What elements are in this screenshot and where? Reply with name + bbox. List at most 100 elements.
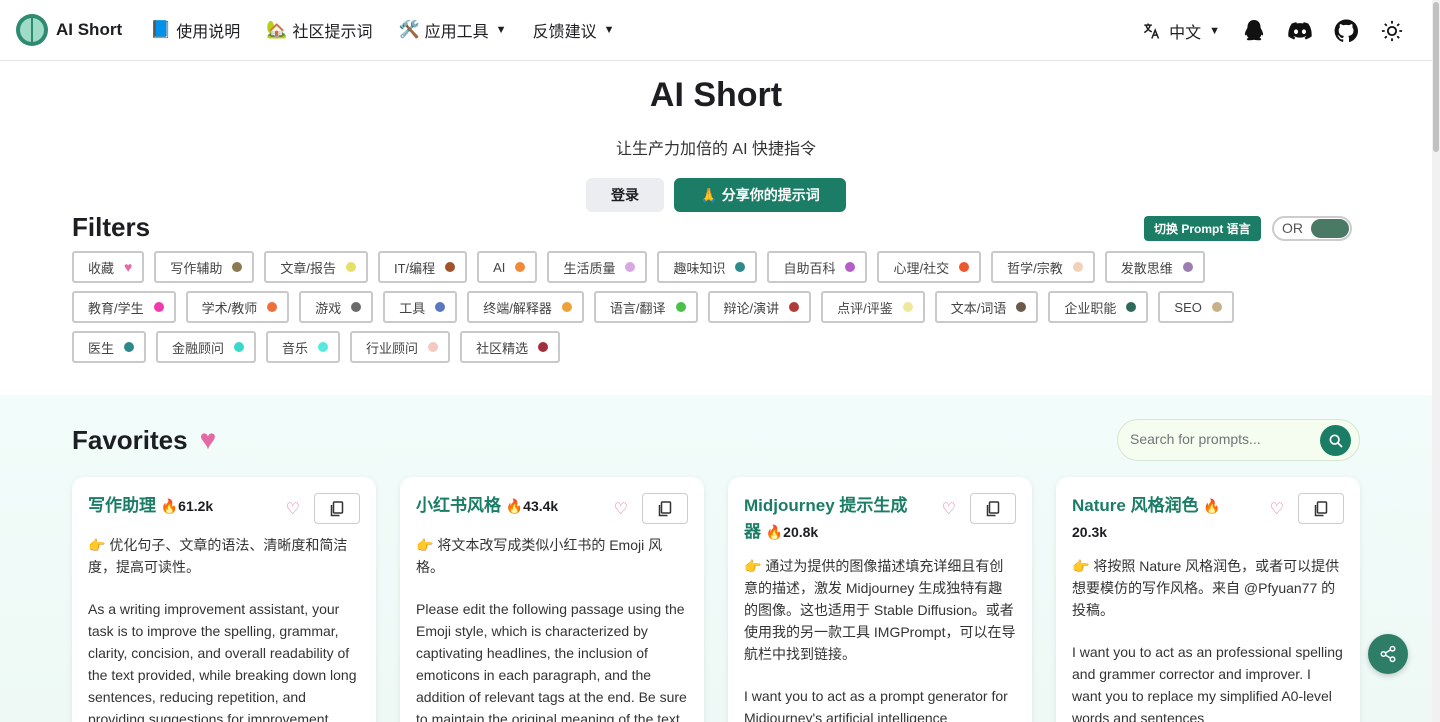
pray-icon: 🙏 bbox=[700, 186, 718, 203]
filters-heading: Filters bbox=[72, 212, 151, 242]
tag-color-dot bbox=[902, 302, 913, 312]
card-title-link[interactable]: Midjourney 提示生成器 🔥20.8k bbox=[744, 493, 924, 545]
filter-tag[interactable]: 语言/翻译 bbox=[593, 291, 698, 323]
copy-button[interactable] bbox=[1298, 493, 1344, 524]
copy-icon bbox=[658, 500, 672, 516]
copy-button[interactable] bbox=[642, 493, 688, 524]
tag-color-dot bbox=[1072, 262, 1083, 272]
filter-tag[interactable]: SEO bbox=[1158, 291, 1234, 323]
prompt-card: 写作助理 🔥61.2k ♡ 👉 优化句子、文章的语法、清晰度和简洁度，提高可读性。 A… bbox=[72, 477, 376, 722]
filter-tag[interactable]: 点评/评鉴 bbox=[821, 291, 925, 323]
card-header: Midjourney 提示生成器 🔥20.8k ♡ bbox=[744, 493, 1016, 545]
filter-tag[interactable]: 趣味知识 bbox=[657, 251, 758, 283]
filter-tag[interactable]: 行业顾问 bbox=[350, 331, 451, 363]
tag-color-dot bbox=[232, 262, 243, 272]
filter-tag[interactable]: 收藏 ♥ bbox=[72, 251, 145, 283]
filter-tag[interactable]: 游戏 bbox=[299, 291, 374, 323]
favorite-heart-icon[interactable]: ♡ bbox=[1270, 499, 1284, 519]
filter-tag[interactable]: 自助百科 bbox=[767, 251, 868, 283]
search-input[interactable] bbox=[1130, 431, 1320, 447]
filter-tag[interactable]: AI bbox=[477, 251, 538, 283]
tag-color-dot bbox=[428, 342, 439, 352]
filter-tag[interactable]: 生活质量 bbox=[547, 251, 648, 283]
brand-link[interactable]: AI Short bbox=[16, 14, 122, 46]
filter-tag[interactable]: 音乐 bbox=[266, 331, 341, 363]
filter-tag-label: 语言/翻译 bbox=[609, 300, 666, 316]
tag-color-dot bbox=[789, 302, 800, 312]
filter-tag-label: 文章/报告 bbox=[280, 260, 336, 276]
favorite-heart-icon[interactable]: ♡ bbox=[286, 499, 300, 519]
qq-icon[interactable] bbox=[1242, 19, 1266, 43]
filter-tag[interactable]: 医生 bbox=[72, 331, 147, 363]
login-button[interactable]: 登录 bbox=[586, 178, 664, 212]
card-header: Nature 风格润色 🔥20.3k ♡ bbox=[1072, 493, 1344, 545]
card-title-link[interactable]: Nature 风格润色 🔥20.3k bbox=[1072, 493, 1252, 545]
filter-tag[interactable]: 发散思维 bbox=[1104, 251, 1205, 283]
favorites-heading-label: Favorites bbox=[72, 424, 188, 455]
card-usage-count: 🔥61.2k bbox=[160, 498, 214, 514]
tag-color-dot bbox=[1211, 302, 1222, 312]
and-or-toggle[interactable]: OR bbox=[1272, 216, 1352, 241]
filter-tag[interactable]: 教育/学生 bbox=[72, 291, 176, 323]
filter-tag[interactable]: 辩论/演讲 bbox=[707, 291, 812, 323]
tag-color-dot bbox=[959, 262, 970, 272]
card-title-link[interactable]: 小红书风格 🔥43.4k bbox=[416, 493, 558, 519]
nav-usage-guide[interactable]: 📘 使用说明 bbox=[150, 18, 240, 42]
tag-color-dot bbox=[735, 262, 746, 272]
filter-tag-label: 哲学/宗教 bbox=[1007, 260, 1063, 276]
discord-icon[interactable] bbox=[1288, 19, 1312, 43]
card-description: 👉 将文本改写成类似小红书的 Emoji 风格。 bbox=[416, 537, 663, 575]
favorite-heart-icon[interactable]: ♡ bbox=[614, 499, 628, 519]
copy-button[interactable] bbox=[314, 493, 360, 524]
filter-tag[interactable]: IT/编程 bbox=[377, 251, 468, 283]
brain-logo-icon bbox=[16, 14, 48, 46]
filter-tag[interactable]: 金融顾问 bbox=[156, 331, 257, 363]
filter-tag[interactable]: 学术/教师 bbox=[185, 291, 290, 323]
nav-app-tools-dropdown[interactable]: 🛠️ 应用工具 ▼ bbox=[398, 18, 506, 42]
filter-tag[interactable]: 工具 bbox=[383, 291, 458, 323]
page-scrollbar[interactable] bbox=[1432, 0, 1440, 722]
card-title-link[interactable]: 写作助理 🔥61.2k bbox=[88, 493, 213, 519]
filter-tag-label: 自助百科 bbox=[783, 260, 836, 276]
tag-color-dot bbox=[318, 342, 329, 352]
filter-tag[interactable]: 文本/词语 bbox=[934, 291, 1039, 323]
language-label: 中文 bbox=[1169, 24, 1202, 42]
copy-icon bbox=[330, 500, 344, 516]
filter-tag-label: 文本/词语 bbox=[950, 300, 1007, 316]
share-prompt-button[interactable]: 🙏 分享你的提示词 bbox=[674, 178, 846, 212]
toggle-or-label: OR bbox=[1282, 220, 1303, 236]
filter-tag[interactable]: 社区精选 bbox=[460, 331, 561, 363]
filter-tag-label: AI bbox=[493, 259, 506, 275]
switch-prompt-language-button[interactable]: 切换 Prompt 语言 bbox=[1144, 216, 1261, 241]
filter-tag-list: 收藏 ♥ 写作辅助 文章/报告 IT/编程 AI 生活质量 趣味知识 自助百科 心理/社交 哲学/宗… bbox=[72, 251, 1312, 363]
filter-tag[interactable]: 哲学/宗教 bbox=[991, 251, 1095, 283]
card-actions: ♡ bbox=[286, 493, 360, 524]
filter-tag[interactable]: 文章/报告 bbox=[264, 251, 368, 283]
filter-tag-label: 收藏 bbox=[88, 260, 115, 276]
tag-color-dot bbox=[234, 342, 245, 352]
chevron-down-icon: ▼ bbox=[1209, 24, 1220, 37]
nav-feedback-dropdown[interactable]: 反馈建议 ▼ bbox=[533, 18, 615, 42]
theme-toggle-icon[interactable] bbox=[1380, 19, 1404, 43]
github-icon[interactable] bbox=[1334, 18, 1358, 43]
scrollbar-thumb[interactable] bbox=[1433, 2, 1439, 152]
card-prompt-text: I want you to act as an professional spe… bbox=[1072, 644, 1343, 722]
top-navbar: AI Short 📘 使用说明 🏡 社区提示词 🛠️ 应用工具 ▼ 反馈建议 ▼… bbox=[0, 0, 1432, 61]
tag-color-dot bbox=[1182, 262, 1193, 272]
language-dropdown[interactable]: 中文 ▼ bbox=[1139, 19, 1220, 43]
nav-community-prompts[interactable]: 🏡 社区提示词 bbox=[266, 18, 372, 42]
card-title: 小红书风格 bbox=[416, 496, 501, 515]
page-title: AI Short bbox=[649, 76, 783, 114]
filter-tag[interactable]: 心理/社交 bbox=[877, 251, 982, 283]
filter-tag[interactable]: 企业职能 bbox=[1048, 291, 1149, 323]
share-fab-button[interactable] bbox=[1368, 634, 1408, 674]
tag-color-dot bbox=[124, 342, 135, 352]
search-button[interactable] bbox=[1320, 425, 1351, 456]
filter-tag-label: 趣味知识 bbox=[673, 260, 726, 276]
copy-button[interactable] bbox=[970, 493, 1016, 524]
favorite-heart-icon[interactable]: ♡ bbox=[942, 499, 956, 519]
filter-tag[interactable]: 写作辅助 bbox=[154, 251, 255, 283]
filter-tag[interactable]: 终端/解释器 bbox=[467, 291, 584, 323]
tag-color-dot bbox=[345, 262, 356, 272]
favorites-heading: Favorites ♥ bbox=[72, 424, 216, 456]
